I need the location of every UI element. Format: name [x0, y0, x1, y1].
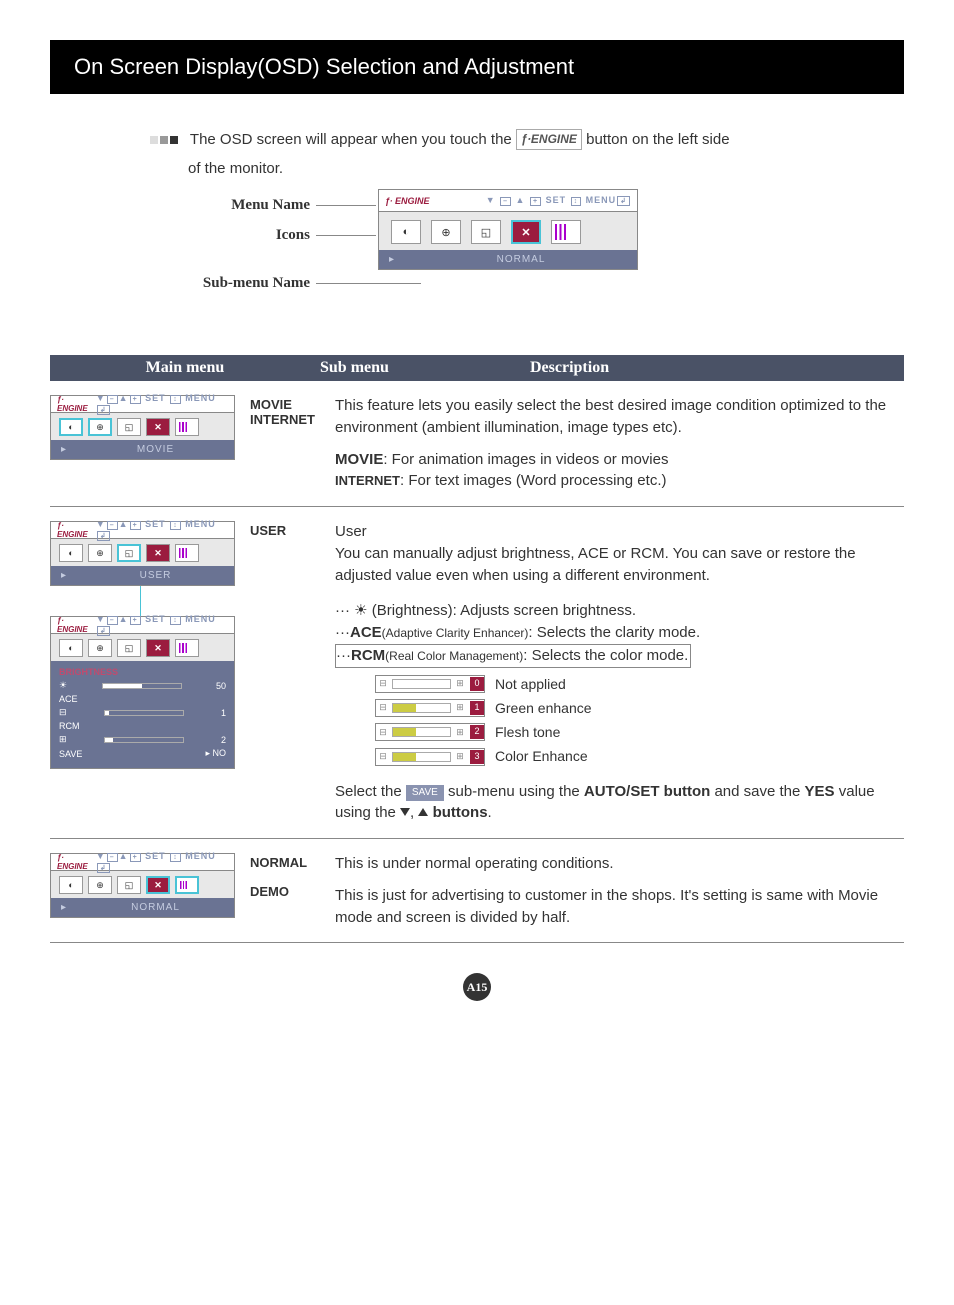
th-sub-menu: Sub menu [320, 359, 470, 377]
normal-icon: ✕ [146, 418, 170, 436]
normal-icon: ✕ [146, 876, 170, 894]
table-header-row: Main menu Sub menu Description [50, 355, 904, 381]
section-movie: ƒ∙ ENGINE ▼–▲+ SET ↕ MENU↲ ◐ ⊕ ◱ ✕ ▸MOVI… [50, 381, 904, 507]
brightness-label: BRIGHTNESS [59, 667, 226, 677]
up-triangle-icon [418, 808, 428, 816]
ace-label: ACE [59, 694, 226, 704]
th-description: Description [470, 359, 904, 377]
section-normal: ƒ∙ ENGINE ▼–▲+ SET ↕ MENU↲ ◐ ⊕ ◱ ✕ ▸NORM… [50, 839, 904, 943]
osd-thumb-normal: ƒ∙ ENGINE ▼–▲+ SET ↕ MENU↲ ◐ ⊕ ◱ ✕ ▸NORM… [50, 853, 235, 918]
user-icon: ◱ [117, 418, 141, 436]
label-icons: Icons [230, 227, 310, 244]
submenu-normal: NORMAL [250, 855, 335, 870]
osd-thumb-user: ƒ∙ ENGINE ▼–▲+ SET ↕ MENU↲ ◐ ⊕ ◱ ✕ ▸USER [50, 521, 235, 586]
normal-icon: ✕ [511, 220, 541, 244]
movie-icon: ◐ [59, 876, 83, 894]
osd-thumb-movie: ƒ∙ ENGINE ▼–▲+ SET ↕ MENU↲ ◐ ⊕ ◱ ✕ ▸MOVI… [50, 395, 235, 460]
internet-icon: ⊕ [431, 220, 461, 244]
rcm-option-list: ⊟⊞0Not applied ⊟⊞1Green enhance ⊟⊞2Flesh… [375, 674, 894, 767]
rcm-label: RCM [59, 721, 226, 731]
internet-icon: ⊕ [88, 418, 112, 436]
label-submenu-name: Sub-menu Name [170, 275, 310, 292]
user-icon: ◱ [117, 544, 141, 562]
overview-diagram: Menu Name Icons Sub-menu Name ƒ∙ ENGINE … [50, 185, 904, 335]
internet-icon: ⊕ [88, 876, 112, 894]
intro-pre: The OSD screen will appear when you touc… [190, 131, 512, 148]
rcm-opt-2: Flesh tone [495, 722, 560, 742]
fengine-button-label: ƒ∙ENGINE [516, 129, 582, 150]
page: On Screen Display(OSD) Selection and Adj… [0, 0, 954, 1031]
page-title: On Screen Display(OSD) Selection and Adj… [50, 40, 904, 94]
osd-thumb-brightness: ƒ∙ ENGINE ▼–▲+ SET ↕ MENU↲ ◐ ⊕ ◱ ✕ BRIGH… [50, 616, 235, 769]
th-main-menu: Main menu [50, 359, 320, 377]
rcm-opt-1: Green enhance [495, 698, 592, 718]
intro-post: button on the left side [586, 131, 729, 148]
page-number: A15 [463, 973, 491, 1001]
demo-icon [175, 876, 199, 894]
label-menu-name: Menu Name [190, 197, 310, 214]
section-user: ƒ∙ ENGINE ▼–▲+ SET ↕ MENU↲ ◐ ⊕ ◱ ✕ ▸USER… [50, 507, 904, 839]
intro-line-2: of the monitor. [188, 160, 904, 177]
osd-brand: ƒ∙ ENGINE [385, 196, 430, 206]
user-title: User [335, 521, 894, 543]
rcm-opt-0: Not applied [495, 674, 566, 694]
demo-icon [175, 544, 199, 562]
normal-desc: This is under normal operating condition… [335, 853, 894, 875]
user-select-instruction: Select the SAVE sub-menu using the AUTO/… [335, 781, 894, 825]
user-icon: ◱ [471, 220, 501, 244]
demo-icon [551, 220, 581, 244]
internet-icon: ⊕ [88, 544, 112, 562]
submenu-movie: MOVIE [250, 397, 335, 412]
movie-desc-1: This feature lets you easily select the … [335, 395, 894, 439]
osd-submenu-text: NORMAL [497, 254, 546, 265]
submenu-demo: DEMO [250, 884, 335, 899]
down-triangle-icon [400, 808, 410, 816]
user-icon: ◱ [117, 876, 141, 894]
movie-icon: ◐ [391, 220, 421, 244]
movie-icon: ◐ [59, 418, 83, 436]
demo-icon [175, 418, 199, 436]
save-chip: SAVE [406, 785, 444, 802]
submenu-internet: INTERNET [250, 412, 335, 427]
normal-icon: ✕ [146, 544, 170, 562]
osd-preview-main: ƒ∙ ENGINE ▼ – ▲ + SET ↕ MENU↲ ◐ ⊕ ◱ ✕ ▸N… [378, 189, 638, 270]
submenu-user: USER [250, 523, 335, 538]
demo-desc: This is just for advertising to customer… [335, 885, 894, 929]
rcm-opt-3: Color Enhance [495, 746, 588, 766]
intro-text: The OSD screen will appear when you touc… [150, 128, 904, 152]
osd-nav-icons: ▼ – ▲ + SET ↕ MENU↲ [486, 195, 631, 206]
user-desc: You can manually adjust brightness, ACE … [335, 543, 894, 587]
movie-icon: ◐ [59, 544, 83, 562]
